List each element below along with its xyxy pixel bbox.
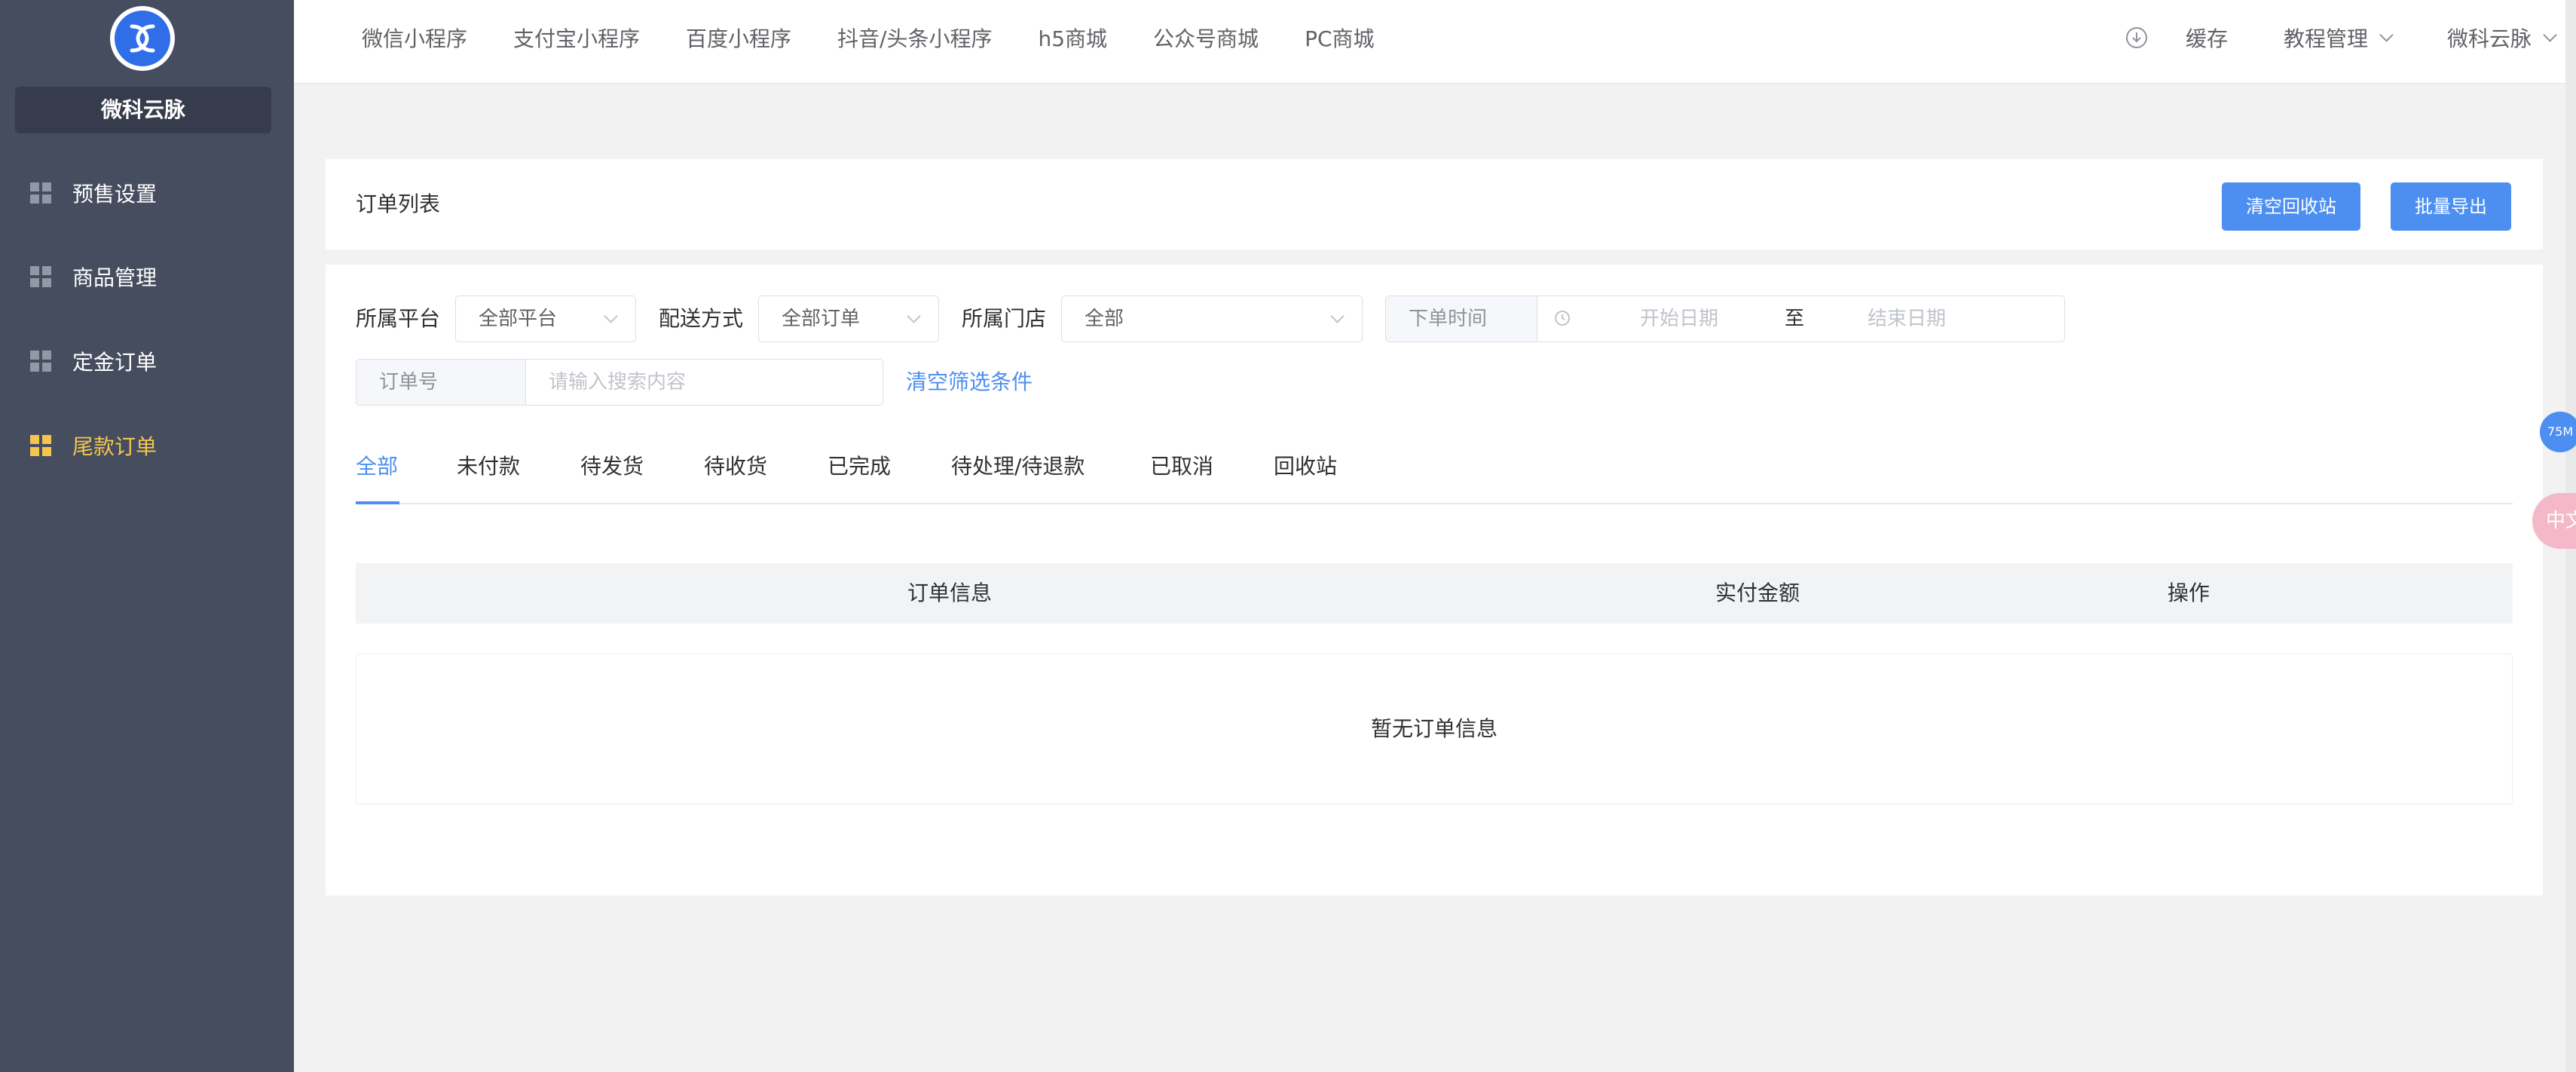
platform-label: 所属平台	[356, 306, 441, 331]
column-header-order-info: 订单信息	[907, 580, 993, 605]
store-select-value: 全部	[1085, 308, 1124, 330]
app-logo[interactable]	[110, 6, 175, 71]
top-right-actions: 缓存 教程管理 微科云脉	[2125, 0, 2557, 75]
top-nav: 微信小程序 支付宝小程序 百度小程序 抖音/头条小程序 h5商城 公众号商城 P…	[362, 0, 1421, 75]
sidebar-item-label: 尾款订单	[72, 434, 158, 459]
sidebar-item-label: 商品管理	[72, 265, 158, 290]
cache-label: 缓存	[2185, 26, 2228, 51]
top-nav-baidu-miniapp[interactable]: 百度小程序	[686, 23, 791, 53]
clear-recycle-bin-button[interactable]: 清空回收站	[2222, 182, 2360, 231]
tutorial-label: 教程管理	[2283, 26, 2368, 51]
chevron-down-icon	[2543, 27, 2557, 42]
chevron-down-icon	[1330, 309, 1345, 323]
brand-name: 微科云脉	[15, 87, 271, 133]
download-icon[interactable]	[2125, 26, 2148, 49]
store-select[interactable]: 全部	[1061, 296, 1363, 342]
time-type-value: 下单时间	[1409, 308, 1488, 330]
delivery-select-value: 全部订单	[782, 308, 861, 330]
search-input[interactable]: 请输入搜索内容	[526, 359, 883, 406]
order-status-tabs: 全部 未付款 待发货 待收货 已完成 待处理/待退款 已取消 回收站	[356, 438, 2513, 504]
empty-state: 暂无订单信息	[356, 654, 2513, 804]
grid-icon	[30, 182, 51, 204]
tab-label: 未付款	[457, 454, 521, 479]
top-nav-alipay-miniapp[interactable]: 支付宝小程序	[513, 23, 640, 53]
tab-pending-refund[interactable]: 待处理/待退款	[951, 438, 1085, 503]
grid-icon	[30, 351, 51, 372]
app-root: 微科云脉 预售设置 商品管理 定金订单 尾款订单 微信小程序 支付宝小程序 百度…	[0, 0, 2576, 1072]
tab-recycle-bin[interactable]: 回收站	[1274, 438, 1337, 503]
search-type-select[interactable]: 订单号	[356, 359, 526, 406]
start-date-input[interactable]: 开始日期	[1640, 296, 1718, 342]
top-nav-h5-mall[interactable]: h5商城	[1038, 23, 1107, 53]
chevron-down-icon	[907, 309, 921, 323]
platform-select[interactable]: 全部平台	[455, 296, 636, 342]
order-list-header: 订单列表 清空回收站 批量导出	[326, 159, 2543, 250]
column-header-paid-amount: 实付金额	[1715, 580, 1800, 605]
tab-unpaid[interactable]: 未付款	[457, 438, 520, 503]
chevron-down-icon	[604, 309, 618, 323]
cache-button[interactable]: 缓存	[2186, 23, 2228, 53]
active-tab-indicator	[356, 501, 399, 504]
date-range-picker[interactable]: 开始日期 至 结束日期	[1537, 296, 2065, 342]
tab-label: 回收站	[1274, 454, 1338, 479]
tab-all[interactable]: 全部	[356, 438, 399, 504]
clock-icon	[1555, 311, 1570, 326]
end-date-input[interactable]: 结束日期	[1868, 296, 1946, 342]
grid-icon	[30, 266, 51, 287]
sidebar-item-deposit-orders[interactable]: 定金订单	[0, 338, 294, 384]
memory-badge[interactable]: 75M	[2540, 412, 2576, 452]
logo-icon	[115, 11, 170, 66]
sidebar-item-product-management[interactable]: 商品管理	[0, 254, 294, 299]
chevron-down-icon	[2379, 27, 2394, 42]
tab-completed[interactable]: 已完成	[828, 438, 891, 503]
tab-label: 待处理/待退款	[951, 454, 1085, 479]
tab-to-receive[interactable]: 待收货	[704, 438, 767, 503]
order-table-header: 订单信息 实付金额 操作	[356, 563, 2513, 623]
store-label: 所属门店	[962, 306, 1047, 331]
column-header-actions: 操作	[2168, 580, 2210, 605]
date-range-separator: 至	[1785, 308, 1805, 330]
page-title: 订单列表	[356, 191, 441, 216]
time-type-select[interactable]: 下单时间	[1385, 296, 1537, 342]
top-bar: 微信小程序 支付宝小程序 百度小程序 抖音/头条小程序 h5商城 公众号商城 P…	[294, 0, 2576, 84]
delivery-select[interactable]: 全部订单	[758, 296, 939, 342]
sidebar-item-balance-orders[interactable]: 尾款订单	[0, 423, 294, 468]
tab-label: 全部	[356, 454, 399, 479]
clear-filters-link[interactable]: 清空筛选条件	[906, 358, 1033, 406]
batch-export-button[interactable]: 批量导出	[2391, 182, 2511, 231]
sidebar-item-label: 预售设置	[72, 182, 158, 207]
account-label: 微科云脉	[2446, 26, 2532, 51]
sidebar-item-label: 定金订单	[72, 350, 158, 375]
delivery-label: 配送方式	[659, 306, 744, 331]
grid-icon	[30, 435, 51, 456]
tab-label: 待发货	[580, 454, 644, 479]
top-nav-pc-mall[interactable]: PC商城	[1305, 23, 1374, 53]
platform-select-value: 全部平台	[479, 308, 558, 330]
tab-cancelled[interactable]: 已取消	[1150, 438, 1213, 503]
search-type-value: 订单号	[379, 371, 439, 394]
tutorial-menu[interactable]: 教程管理	[2283, 23, 2394, 53]
tab-label: 已取消	[1150, 454, 1214, 479]
account-menu[interactable]: 微科云脉	[2446, 23, 2557, 53]
top-nav-douyin-miniapp[interactable]: 抖音/头条小程序	[837, 23, 992, 53]
sidebar: 微科云脉 预售设置 商品管理 定金订单 尾款订单	[0, 0, 294, 1072]
tab-label: 待收货	[704, 454, 768, 479]
tab-label: 已完成	[828, 454, 892, 479]
top-nav-official-account-mall[interactable]: 公众号商城	[1153, 23, 1259, 53]
tab-to-ship[interactable]: 待发货	[580, 438, 644, 503]
order-list-body: 所属平台 全部平台 配送方式 全部订单 所属门店 全部 下单时间 开始日期 至 …	[326, 265, 2543, 896]
search-placeholder: 请输入搜索内容	[549, 371, 687, 394]
sidebar-item-presale-settings[interactable]: 预售设置	[0, 170, 294, 216]
top-nav-wechat-miniapp[interactable]: 微信小程序	[362, 23, 467, 53]
